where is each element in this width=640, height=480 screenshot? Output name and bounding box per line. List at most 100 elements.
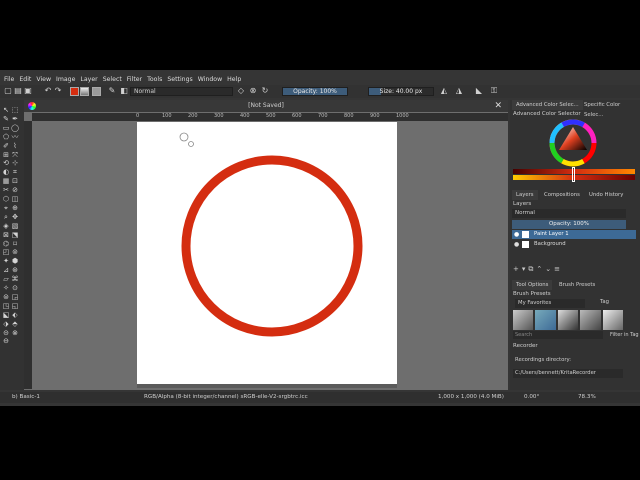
tool-icon[interactable]: ▱ <box>2 275 10 283</box>
menu-item-file[interactable]: File <box>4 76 14 83</box>
tool-icon[interactable]: ⊚ <box>11 248 19 256</box>
tool-icon[interactable]: ✐ <box>2 142 10 150</box>
recordings-path-field[interactable]: C:/Users/bennett/KritaRecorder <box>513 369 623 378</box>
tool-icon[interactable]: ⌖ <box>2 204 10 212</box>
status-brush-name[interactable]: b) Basic-1 <box>12 394 40 400</box>
eraser-mode-icon[interactable]: ◇ <box>237 87 245 95</box>
tool-icon[interactable]: ✂ <box>2 186 10 194</box>
pattern-swatch[interactable] <box>92 87 101 96</box>
size-slider[interactable]: Size: 40.00 px <box>368 87 434 96</box>
tab-tool-options[interactable]: Tool Options <box>512 280 553 290</box>
menu-item-select[interactable]: Select <box>103 76 122 83</box>
menu-item-help[interactable]: Help <box>227 76 241 83</box>
new-document-icon[interactable]: ▢ <box>4 87 12 95</box>
eye-icon[interactable]: ● <box>514 240 519 249</box>
tool-icon[interactable]: ⬗ <box>2 320 10 328</box>
tool-icon[interactable]: ⊞ <box>2 151 10 159</box>
close-document-icon[interactable]: ✕ <box>494 100 502 112</box>
tool-icon[interactable]: ⊙ <box>11 284 19 292</box>
tool-icon[interactable]: ⟲ <box>2 159 10 167</box>
lock-icon[interactable]: ⚿ <box>490 87 498 95</box>
menu-item-settings[interactable]: Settings <box>167 76 192 83</box>
tool-icon[interactable]: ↖ <box>2 106 10 114</box>
tool-icon[interactable]: ✎ <box>2 115 10 123</box>
tool-icon[interactable]: ⬔ <box>11 231 19 239</box>
tool-icon[interactable]: ⌑ <box>11 240 19 248</box>
tab-undo-history[interactable]: Undo History <box>585 190 627 200</box>
mirror-vertical-icon[interactable]: ◮ <box>455 87 463 95</box>
tool-icon[interactable]: ◫ <box>11 195 19 203</box>
brush-preset-tile[interactable] <box>557 310 579 330</box>
tool-icon[interactable]: ✦ <box>2 257 10 265</box>
tab-compositions[interactable]: Compositions <box>540 190 584 200</box>
menu-item-window[interactable]: Window <box>198 76 222 83</box>
tool-icon[interactable]: ⌇ <box>11 142 19 150</box>
tab-specific-color-selector[interactable]: Specific Color Selec... <box>580 100 640 118</box>
tool-icon[interactable]: ⬘ <box>11 320 19 328</box>
tool-icon[interactable]: ⊡ <box>11 177 19 185</box>
menu-item-edit[interactable]: Edit <box>19 76 31 83</box>
tool-icon[interactable]: ⬚ <box>11 106 19 114</box>
reload-preset-icon[interactable]: ↻ <box>261 87 269 95</box>
tag-select[interactable]: Tag <box>600 299 609 305</box>
tool-icon[interactable]: ⌘ <box>11 275 19 283</box>
tool-icon[interactable]: ✧ <box>2 284 10 292</box>
brush-preset-tile[interactable] <box>535 310 556 330</box>
tool-icon[interactable]: ⊗ <box>11 329 19 337</box>
gradient-swatch[interactable] <box>80 87 89 96</box>
tool-icon[interactable]: ◐ <box>2 168 10 176</box>
opacity-slider[interactable]: Opacity: 100% <box>282 87 348 96</box>
tool-icon[interactable]: ◳ <box>2 302 10 310</box>
tool-icon[interactable]: ⬕ <box>2 311 10 319</box>
menu-item-tools[interactable]: Tools <box>147 76 162 83</box>
tool-icon[interactable]: ◱ <box>11 302 19 310</box>
save-icon[interactable]: ▣ <box>24 87 32 95</box>
tool-icon[interactable]: ⌬ <box>2 240 10 248</box>
color-wheel-icon[interactable] <box>28 102 36 110</box>
open-document-icon[interactable]: ▤ <box>14 87 22 95</box>
status-zoom[interactable]: 78.3% <box>578 394 596 400</box>
status-rotation[interactable]: 0.00° <box>524 394 539 400</box>
tool-icon[interactable]: ⬡ <box>2 195 10 203</box>
layer-row-paint-layer-1[interactable]: ● Paint Layer 1 <box>512 230 636 239</box>
menu-item-image[interactable]: Image <box>56 76 75 83</box>
menu-item-layer[interactable]: Layer <box>80 76 97 83</box>
color-selector-ring[interactable] <box>548 118 598 168</box>
tool-icon[interactable]: ⬖ <box>11 311 19 319</box>
redo-icon[interactable]: ↷ <box>54 87 62 95</box>
tool-icon[interactable]: ⬠ <box>2 133 10 141</box>
layer-row-background[interactable]: ● Background <box>512 240 636 249</box>
tab-advanced-color-selector[interactable]: Advanced Color Selec... <box>512 100 583 110</box>
favorites-select[interactable]: My Favorites <box>515 299 585 308</box>
layer-actions-toolbar[interactable]: +▾⧉⌃⌄≡ <box>513 265 563 274</box>
tool-icon[interactable]: ▭ <box>2 124 10 132</box>
tool-icon[interactable]: ◯ <box>11 124 19 132</box>
tool-icon[interactable]: ⊝ <box>2 329 10 337</box>
layers-blend-select[interactable]: Normal <box>512 209 626 218</box>
tool-icon[interactable]: ▧ <box>11 222 19 230</box>
tool-icon[interactable]: ▦ <box>2 177 10 185</box>
foreground-color-swatch[interactable] <box>70 87 79 96</box>
tool-icon[interactable]: ⊘ <box>11 186 19 194</box>
tool-icon[interactable]: ⊛ <box>11 266 19 274</box>
eye-icon[interactable]: ● <box>514 230 519 239</box>
tool-icon[interactable]: ◲ <box>11 293 19 301</box>
mirror-horizontal-icon[interactable]: ◭ <box>440 87 448 95</box>
tool-icon[interactable]: 〰 <box>11 133 19 141</box>
blend-mode-select[interactable]: Normal <box>130 87 233 96</box>
menu-item-filter[interactable]: Filter <box>127 76 142 83</box>
tab-layers[interactable]: Layers <box>512 190 538 200</box>
tool-icon[interactable]: ⊠ <box>2 231 10 239</box>
filter-in-tag-checkbox[interactable]: Filter in Tag <box>610 332 639 338</box>
tool-icon[interactable]: ⤧ <box>11 151 19 159</box>
tool-icon[interactable]: ✒ <box>11 115 19 123</box>
tool-icon[interactable]: ⌗ <box>11 168 19 176</box>
brush-preset-icon[interactable]: ✎ <box>108 87 116 95</box>
preserve-alpha-icon[interactable]: ⊗ <box>249 87 257 95</box>
tab-brush-presets[interactable]: Brush Presets <box>555 280 599 290</box>
brush-preset-tile[interactable] <box>602 310 624 330</box>
tool-icon[interactable]: ◰ <box>2 248 10 256</box>
brush-preset-tile[interactable] <box>580 310 601 330</box>
brush-search-input[interactable]: Search <box>513 331 603 339</box>
document-tab[interactable]: [Not Saved] ✕ <box>24 100 508 112</box>
